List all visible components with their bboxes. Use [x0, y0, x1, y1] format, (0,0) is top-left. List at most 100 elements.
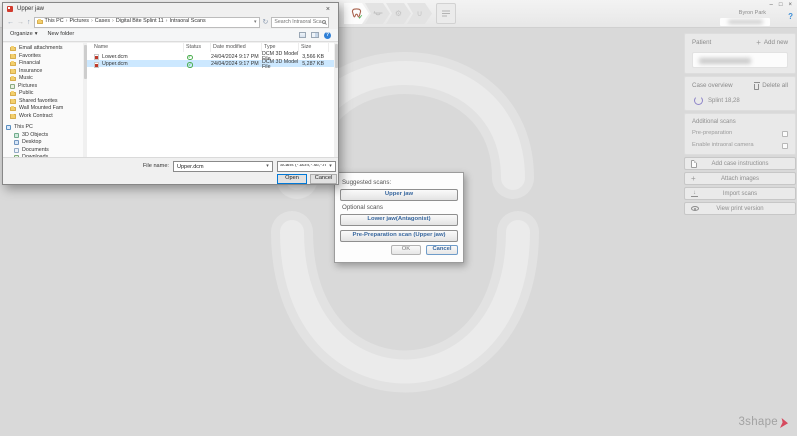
nav-folder-email-attachments[interactable]: Email attachments: [3, 45, 83, 53]
search-box[interactable]: [271, 17, 329, 28]
dialog-navbar: ← → ↑ This PC › Pictures › Cases › Digit…: [3, 15, 338, 29]
breadcrumb-digital-bite-splint[interactable]: Digital Bite Splint 11: [116, 19, 164, 24]
nav-folder-financial[interactable]: Financial: [3, 60, 83, 68]
column-name[interactable]: Name: [92, 43, 184, 52]
view-print-version-label: View print version: [716, 206, 763, 212]
brand-logo: 3shape: [738, 417, 789, 429]
breadcrumb-pictures[interactable]: Pictures: [69, 19, 88, 24]
close-button[interactable]: ×: [788, 2, 792, 8]
help-icon[interactable]: ?: [788, 13, 793, 21]
nav-3d-objects[interactable]: 3D Objects: [3, 132, 83, 140]
window-controls: – □ ×: [770, 2, 792, 8]
upper-jaw-scan-button[interactable]: Upper jaw: [340, 189, 458, 201]
breadcrumb-cases[interactable]: Cases: [95, 19, 110, 24]
file-name: Lower.dcm: [102, 55, 128, 60]
tree-label: Wall Mounted Fam: [19, 106, 63, 111]
help-icon[interactable]: ?: [324, 32, 331, 39]
file-name-input[interactable]: [174, 164, 263, 170]
close-icon[interactable]: ×: [322, 6, 334, 13]
nav-folder-insurance[interactable]: Insurance: [3, 68, 83, 76]
eye-icon: [691, 206, 699, 211]
scrollbar-thumb[interactable]: [335, 44, 338, 68]
workflow-step-scan[interactable]: ✓: [344, 3, 369, 24]
cancel-button[interactable]: Cancel: [310, 174, 337, 184]
folder-icon: [10, 114, 16, 119]
folder-icon: [10, 54, 16, 59]
search-input[interactable]: [274, 19, 322, 25]
articulator-icon: [372, 9, 384, 19]
pre-preparation-label: Pre-preparation: [692, 131, 732, 137]
nav-folder-music[interactable]: Music: [3, 75, 83, 83]
redacted-text: [728, 20, 763, 24]
add-new-patient-button[interactable]: + Add new: [756, 39, 788, 47]
chevron-down-icon[interactable]: ▾: [254, 20, 257, 25]
column-date-modified[interactable]: Date modified: [211, 43, 262, 52]
lower-jaw-scan-button[interactable]: Lower jaw(Antagonist): [340, 214, 458, 226]
nav-folder-shared-favorites[interactable]: Shared favorites: [3, 98, 83, 106]
nav-folder-favorites[interactable]: Favorites: [3, 53, 83, 61]
prep-gear-icon: ⚙: [395, 10, 402, 18]
organize-button[interactable]: Organize ▾: [10, 32, 38, 38]
breadcrumb-this-pc[interactable]: This PC: [45, 19, 64, 24]
attach-images-button[interactable]: + Attach images: [684, 172, 796, 185]
tree-label: 3D Objects: [22, 133, 48, 138]
nav-folder-wall-mounted[interactable]: Wall Mounted Fam: [3, 105, 83, 113]
case-panel: Patient + Add new Case overview Delete a…: [684, 33, 796, 217]
add-case-instructions-label: Add case instructions: [711, 161, 768, 167]
new-folder-button[interactable]: New folder: [48, 32, 75, 38]
chevron-down-icon: ▾: [35, 32, 38, 38]
folder-icon: [37, 20, 43, 25]
refresh-icon[interactable]: ↻: [263, 19, 269, 26]
case-overview-section: Case overview Delete all Splint 18,28: [684, 76, 796, 111]
chevron-down-icon[interactable]: ▾: [326, 164, 335, 169]
nav-folder-work-contract[interactable]: Work Contract: [3, 113, 83, 121]
dcm-file-icon: [94, 62, 99, 68]
pre-preparation-scan-button[interactable]: Pre-Preparation scan (Upper jaw): [340, 230, 458, 242]
file-type-combo[interactable]: Scans (*.dcm;*.stl;*.hps) ▾: [277, 161, 336, 172]
file-type-value: Scans (*.dcm;*.stl;*.hps): [278, 164, 326, 169]
patient-name-field[interactable]: [692, 52, 788, 68]
change-view-button[interactable]: [299, 32, 306, 38]
back-icon[interactable]: ←: [7, 19, 14, 26]
nav-folder-pictures[interactable]: Pictures: [3, 83, 83, 91]
chevron-down-icon[interactable]: ▾: [263, 164, 272, 169]
additional-scans-label: Additional scans: [692, 119, 788, 125]
tree-label: Pictures: [18, 84, 37, 89]
tree-label: Desktop: [22, 140, 41, 145]
address-bar[interactable]: This PC › Pictures › Cases › Digital Bit…: [34, 17, 260, 28]
splint-item[interactable]: Splint 18,28: [692, 96, 788, 105]
nav-folder-public[interactable]: Public: [3, 90, 83, 98]
navigation-pane: Email attachments Favorites Financial In…: [3, 43, 83, 157]
file-row-upper[interactable]: Upper.dcm ✓ 24/04/2024 9:17 PM DCM 3D Mo…: [87, 60, 334, 68]
column-status[interactable]: Status: [184, 43, 211, 52]
forward-icon[interactable]: →: [17, 19, 24, 26]
maximize-button[interactable]: □: [779, 2, 783, 8]
open-button[interactable]: Open: [277, 174, 307, 184]
breadcrumb-intraoral-scans[interactable]: Intraoral Scans: [169, 19, 205, 24]
import-scans-button[interactable]: ↓ Import scans: [684, 187, 796, 200]
nav-desktop[interactable]: Desktop: [3, 139, 83, 147]
column-size[interactable]: Size: [299, 43, 329, 52]
intraoral-camera-checkbox[interactable]: [782, 143, 788, 149]
folder-icon: [10, 69, 16, 74]
view-print-version-button[interactable]: View print version: [684, 202, 796, 215]
pre-preparation-checkbox[interactable]: [782, 131, 788, 137]
minimize-button[interactable]: –: [770, 2, 773, 8]
file-list: Name Status Date modified Type Size Lowe…: [87, 43, 334, 157]
redacted-user-box: [720, 18, 770, 26]
file-name-combo[interactable]: ▾: [173, 161, 273, 172]
page-icon: [691, 160, 697, 168]
3d-objects-icon: [14, 133, 19, 138]
folder-icon: [10, 107, 16, 112]
nav-documents[interactable]: Documents: [3, 147, 83, 155]
add-case-instructions-button[interactable]: Add case instructions: [684, 157, 796, 170]
ok-button[interactable]: OK: [391, 245, 421, 255]
delete-all-button[interactable]: Delete all: [754, 82, 788, 90]
nav-this-pc[interactable]: This PC: [3, 124, 83, 132]
optional-scans-label: Optional scans: [342, 205, 458, 211]
up-icon[interactable]: ↑: [27, 19, 31, 26]
list-scrollbar[interactable]: [334, 43, 338, 157]
cancel-button[interactable]: Cancel: [426, 245, 458, 255]
preview-pane-button[interactable]: [311, 32, 319, 38]
order-form-button[interactable]: [436, 3, 456, 24]
